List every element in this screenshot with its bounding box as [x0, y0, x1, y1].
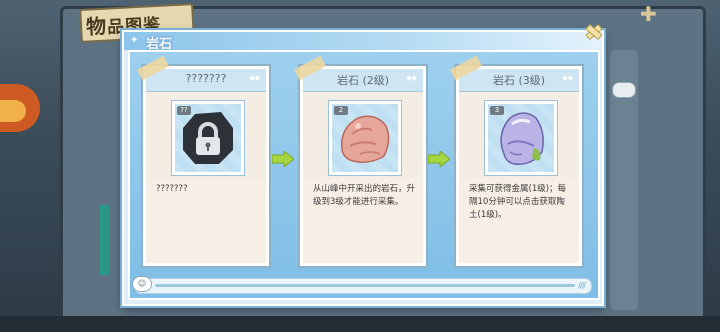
rock-card-level-3[interactable]: 岩石 (3级) ◆◆ 3 采集可获得金属(1级)；每隔10分钟可以点击获取陶土(… — [456, 66, 582, 266]
card-header: 岩石 (3级) ◆◆ — [459, 69, 579, 92]
card-description: 从山峰中开采出的岩石，升级到3级才能进行采集。 — [313, 184, 416, 207]
stripes-icon: //// — [578, 281, 586, 290]
level-badge: 2 — [334, 106, 348, 115]
rock-card-locked[interactable]: ??????? ◆◆ ?? ??????? — [143, 66, 269, 266]
diamond-icon: ◆◆ — [249, 74, 260, 82]
item-image-frame: 3 — [485, 101, 557, 175]
card-description: ??????? — [156, 184, 188, 194]
close-icon[interactable] — [583, 21, 605, 43]
arrow-right-icon — [428, 151, 450, 167]
sparkle-icon: ✦ — [130, 35, 139, 46]
card-title: 岩石 (3级) — [492, 74, 546, 87]
level-badge: 3 — [490, 106, 504, 115]
arrow-right-icon — [272, 151, 294, 167]
right-scroll-knob[interactable] — [612, 82, 636, 98]
catalog-title-first: 物 — [85, 13, 108, 39]
card-description: 采集可获得金属(1级)；每隔10分钟可以点击获取陶土(1级)。 — [469, 184, 567, 220]
card-title: 岩石 (2级) — [336, 74, 390, 87]
pin-icon: ✚ — [640, 2, 657, 26]
rock-card-level-2[interactable]: 岩石 (2级) ◆◆ 2 从山峰中开采出的岩石，升级到3级才能进行采集。 — [300, 66, 426, 266]
scrollbar-knob[interactable]: ☺ — [132, 276, 152, 292]
scrollbar-track — [155, 284, 575, 287]
card-title: ??????? — [185, 72, 227, 85]
item-image-frame: 2 — [329, 101, 401, 175]
item-image-frame: ?? — [172, 101, 244, 175]
background-side-panel — [100, 205, 110, 275]
card-header: 岩石 (2级) ◆◆ — [303, 69, 423, 92]
diamond-icon: ◆◆ — [562, 74, 573, 82]
level-badge: ?? — [177, 106, 191, 115]
card-header: ??????? ◆◆ — [146, 69, 266, 92]
bottom-strip — [0, 316, 720, 332]
left-side-tab-inner — [0, 100, 26, 122]
dialog-header: ✦ 岩石 — [124, 32, 602, 52]
diamond-icon: ◆◆ — [406, 74, 417, 82]
horizontal-scrollbar[interactable]: //// — [134, 278, 592, 294]
